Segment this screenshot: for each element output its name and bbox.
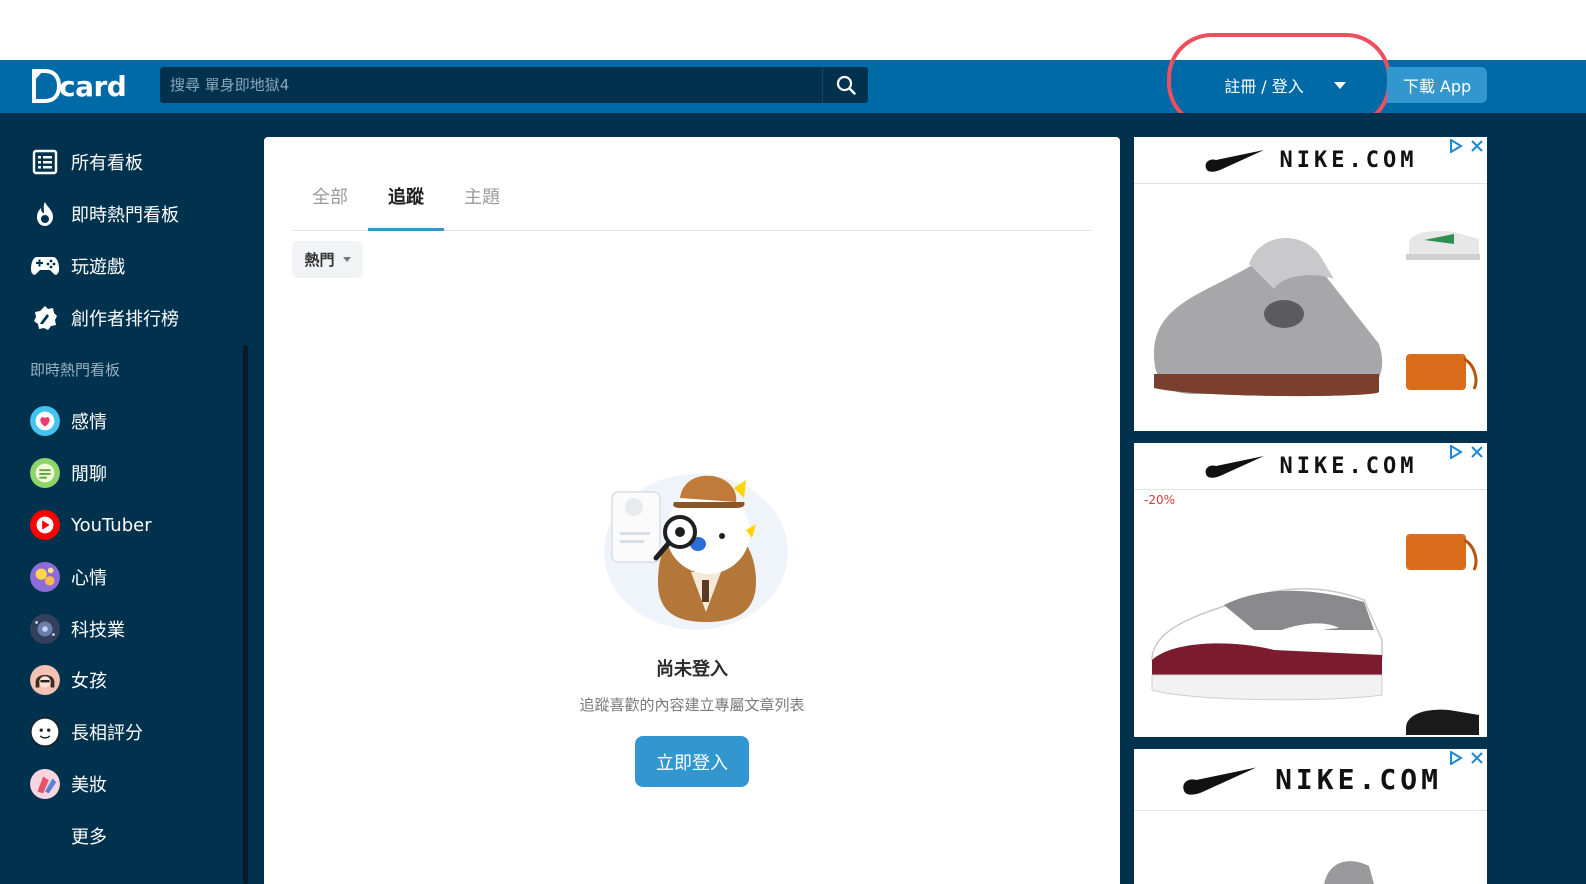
caret-down-icon xyxy=(1333,81,1346,89)
sidebar-item-label: 即時熱門看板 xyxy=(71,205,179,226)
ad-brand: NIKE.COM xyxy=(1279,453,1418,479)
board-label: 閒聊 xyxy=(71,464,107,485)
sidebar-item-creator-ranking[interactable]: 創作者排行榜 xyxy=(30,300,179,336)
chat-board-icon xyxy=(30,458,60,488)
girls-board-icon xyxy=(30,665,60,695)
pen-badge-icon xyxy=(30,303,60,333)
sidebar-scrollbar[interactable] xyxy=(243,345,248,884)
nike-swoosh-icon xyxy=(1205,456,1264,478)
ad-card-3[interactable]: NIKE.COM xyxy=(1134,749,1487,884)
main-content-panel: 全部 追蹤 主題 熱門 尚未登入 追蹤喜歡的內容建立專屬文章列表 立即登入 xyxy=(264,137,1120,884)
login-now-button[interactable]: 立即登入 xyxy=(635,736,749,787)
search-button[interactable] xyxy=(822,67,868,103)
sidebar-board-relationship[interactable]: 感情 xyxy=(30,403,107,439)
board-label: 科技業 xyxy=(71,620,125,641)
ad-product-image xyxy=(1324,861,1374,884)
more-label: 更多 xyxy=(71,827,107,848)
close-icon[interactable] xyxy=(1471,446,1483,458)
search-input[interactable] xyxy=(160,67,822,103)
sidebar-item-label: 玩遊戲 xyxy=(71,257,125,278)
ad-header: NIKE.COM xyxy=(1134,749,1487,811)
face-rating-board-icon xyxy=(30,717,60,747)
tab-all[interactable]: 全部 xyxy=(292,177,368,231)
sidebar-board-makeup[interactable]: 美妝 xyxy=(30,766,107,802)
ad-controls xyxy=(1449,139,1483,153)
register-login-label: 註冊 / 登入 xyxy=(1224,77,1304,96)
ad-product-image xyxy=(1151,534,1479,735)
empty-state-description: 追蹤喜歡的內容建立專屬文章列表 xyxy=(579,696,805,714)
close-icon[interactable] xyxy=(1471,140,1483,152)
sidebar-more-link[interactable]: 更多 xyxy=(71,818,107,854)
board-label: 女孩 xyxy=(71,671,107,692)
trending-section-label: 即時熱門看板 xyxy=(30,361,121,379)
board-label: 心情 xyxy=(71,568,107,589)
detective-mascot-illustration xyxy=(604,474,788,630)
ad-controls xyxy=(1449,445,1483,459)
list-icon xyxy=(30,147,60,177)
sidebar-board-youtuber[interactable]: YouTuber xyxy=(30,507,152,543)
board-label: 感情 xyxy=(71,412,107,433)
ad-controls xyxy=(1449,751,1483,765)
caret-down-icon xyxy=(342,257,351,262)
adchoices-icon[interactable] xyxy=(1449,445,1463,459)
sidebar-item-games[interactable]: 玩遊戲 xyxy=(30,248,125,284)
nike-swoosh-icon xyxy=(1205,150,1264,172)
sidebar-board-girls[interactable]: 女孩 xyxy=(30,662,107,698)
sidebar-board-chat[interactable]: 閒聊 xyxy=(30,455,107,491)
sidebar-item-all-boards[interactable]: 所有看板 xyxy=(30,144,143,180)
ad-header: NIKE.COM xyxy=(1134,443,1487,490)
dcard-d-icon xyxy=(31,69,62,103)
tech-board-icon xyxy=(30,614,60,644)
board-label: 美妝 xyxy=(71,775,107,796)
ad-brand: NIKE.COM xyxy=(1279,147,1418,173)
sort-label: 熱門 xyxy=(304,251,335,269)
logo-text: card xyxy=(59,69,127,103)
ad-header: NIKE.COM xyxy=(1134,137,1487,184)
adchoices-icon[interactable] xyxy=(1449,139,1463,153)
empty-state-title: 尚未登入 xyxy=(656,659,728,680)
ad-card-2[interactable]: NIKE.COM -20% xyxy=(1134,443,1487,737)
close-icon[interactable] xyxy=(1471,752,1483,764)
mood-board-icon xyxy=(30,562,60,592)
sidebar-board-tech[interactable]: 科技業 xyxy=(30,611,125,647)
tab-following[interactable]: 追蹤 xyxy=(368,177,444,231)
tab-topics[interactable]: 主題 xyxy=(444,177,520,231)
ad-product-image xyxy=(1154,230,1480,397)
youtube-play-icon xyxy=(30,510,60,540)
register-login-menu[interactable]: 註冊 / 登入 xyxy=(1190,68,1380,102)
sidebar-item-trending-boards[interactable]: 即時熱門看板 xyxy=(30,196,179,232)
sort-dropdown[interactable]: 熱門 xyxy=(292,241,363,278)
gamepad-icon xyxy=(30,251,60,281)
ad-discount-badge: -20% xyxy=(1144,493,1176,507)
sidebar-board-mood[interactable]: 心情 xyxy=(30,559,107,595)
relationship-board-icon xyxy=(30,406,60,436)
flame-icon xyxy=(30,199,60,229)
sidebar-board-face-rating[interactable]: 長相評分 xyxy=(30,714,143,750)
sidebar-item-label: 創作者排行榜 xyxy=(71,309,179,330)
download-app-button[interactable]: 下載 App xyxy=(1387,67,1487,103)
ad-brand: NIKE.COM xyxy=(1275,763,1442,796)
feed-tabs: 全部 追蹤 主題 xyxy=(292,177,1092,231)
nike-swoosh-icon xyxy=(1183,767,1257,795)
search-bar xyxy=(160,67,868,103)
makeup-board-icon xyxy=(30,769,60,799)
ad-card-1[interactable]: NIKE.COM xyxy=(1134,137,1487,431)
sidebar-item-label: 所有看板 xyxy=(71,153,143,174)
adchoices-icon[interactable] xyxy=(1449,751,1463,765)
search-icon xyxy=(836,75,856,95)
board-label: 長相評分 xyxy=(71,723,143,744)
dcard-logo[interactable]: card xyxy=(31,68,127,104)
board-label: YouTuber xyxy=(71,514,152,536)
